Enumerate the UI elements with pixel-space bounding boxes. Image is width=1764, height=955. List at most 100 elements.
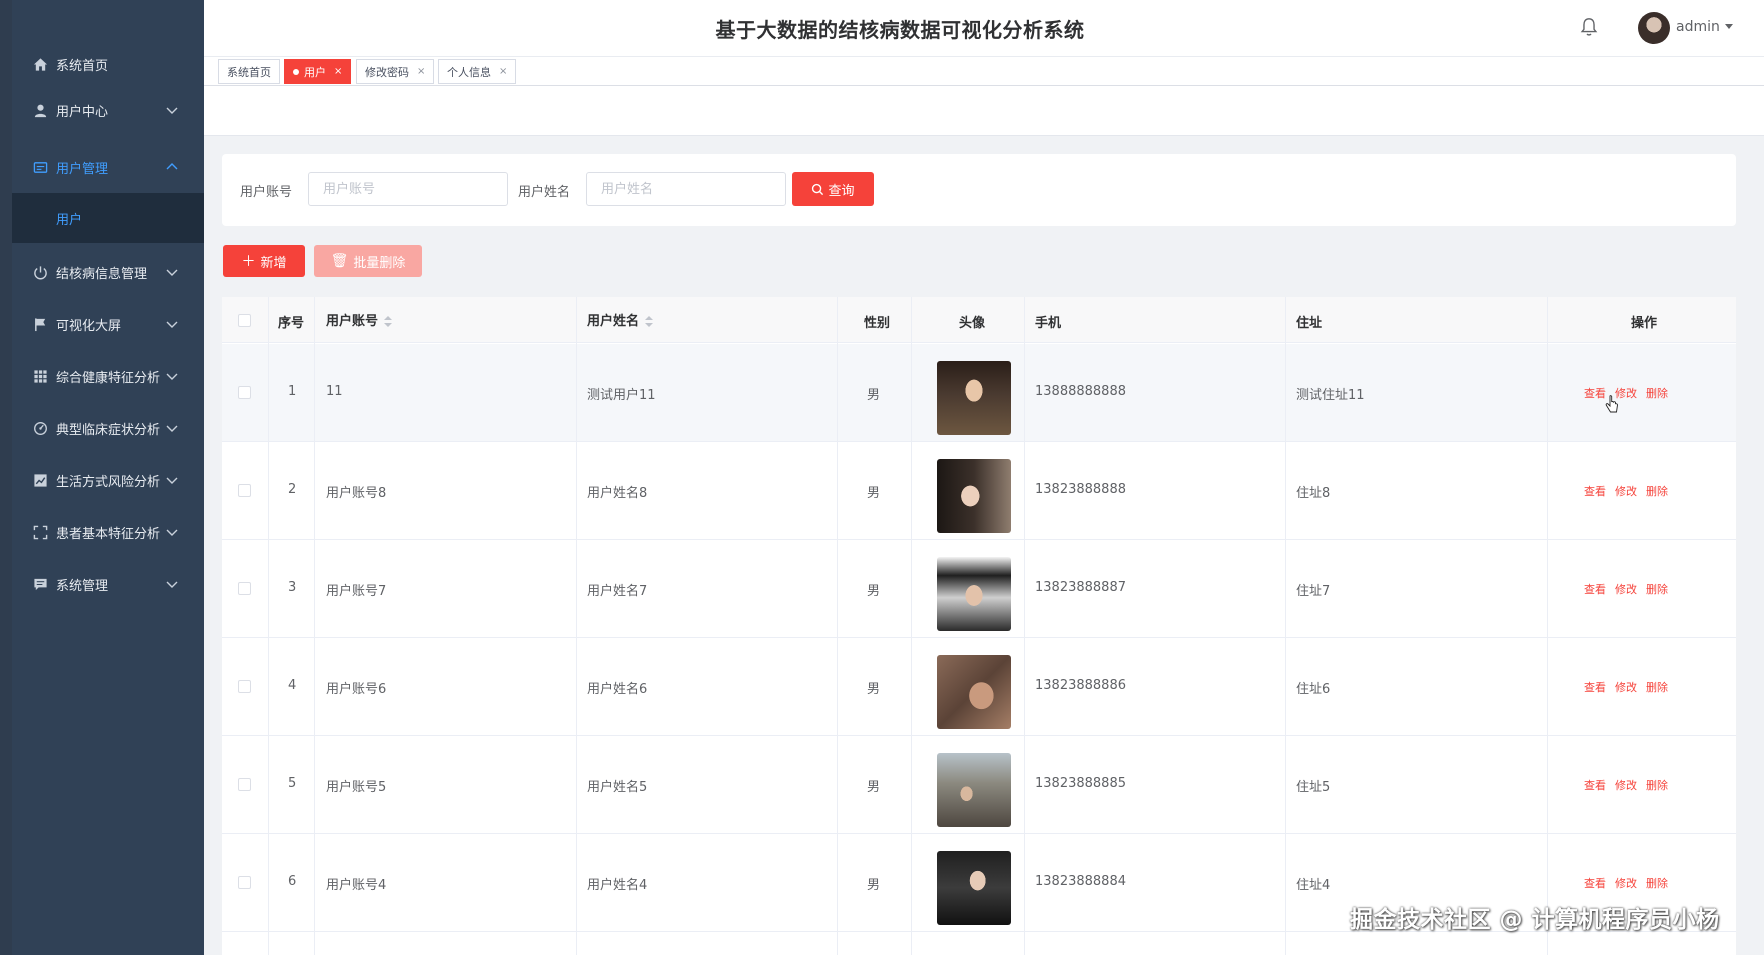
- top-header: 基于大数据的结核病数据可视化分析系统 admin: [204, 0, 1764, 56]
- tab-label: 修改密码: [365, 65, 409, 79]
- tab-change-password[interactable]: 修改密码 ×: [356, 59, 435, 84]
- tab-home[interactable]: 系统首页: [218, 59, 280, 84]
- row-checkbox[interactable]: [238, 876, 251, 889]
- caret-down-icon[interactable]: [1725, 24, 1733, 29]
- header-address: 住址: [1296, 316, 1323, 331]
- search-button[interactable]: 查询: [792, 172, 874, 206]
- cell-account: 用户账号5: [326, 780, 387, 795]
- sidebar-subitem-label: 用户: [56, 212, 83, 228]
- view-link[interactable]: 查看: [1584, 387, 1606, 400]
- cell-index: 2: [288, 482, 297, 497]
- cell-gender: 男: [867, 388, 881, 403]
- name-search-input[interactable]: [586, 172, 786, 206]
- account-label: 用户账号: [240, 185, 293, 200]
- plus-icon: ＋: [241, 254, 256, 270]
- sidebar-item-lifestyle[interactable]: 生活方式风险分析: [12, 454, 204, 506]
- delete-link[interactable]: 删除: [1646, 779, 1668, 792]
- cell-address: 住址5: [1296, 780, 1331, 795]
- close-icon[interactable]: ×: [499, 66, 507, 77]
- row-checkbox[interactable]: [238, 484, 251, 497]
- sidebar-item-user-manage[interactable]: 用户管理: [12, 141, 204, 193]
- active-dot-icon: [293, 68, 299, 75]
- cell-account: 用户账号4: [326, 878, 387, 893]
- header-account-label: 用户账号: [326, 314, 379, 329]
- header-index: 序号: [278, 316, 305, 331]
- table-row: 3 用户账号7 用户姓名7 男 13823888887 住址7 查看 修改 删除: [222, 540, 1736, 638]
- delete-link[interactable]: 删除: [1646, 485, 1668, 498]
- sidebar-item-system[interactable]: 系统管理: [12, 558, 204, 610]
- select-all-checkbox[interactable]: [238, 314, 251, 327]
- column-divider: [837, 297, 838, 955]
- delete-link[interactable]: 删除: [1646, 681, 1668, 694]
- delete-link[interactable]: 删除: [1646, 877, 1668, 890]
- tab-user[interactable]: 用户 ×: [284, 59, 352, 84]
- tab-label: 用户: [304, 65, 326, 79]
- tab-label: 系统首页: [227, 65, 271, 79]
- delete-link[interactable]: 删除: [1646, 583, 1668, 596]
- edit-link[interactable]: 修改: [1615, 485, 1637, 498]
- avatar-image: [937, 753, 1011, 827]
- edit-link[interactable]: 修改: [1615, 681, 1637, 694]
- row-checkbox[interactable]: [238, 582, 251, 595]
- batch-delete-button[interactable]: 🗑 批量删除: [314, 245, 422, 277]
- search-form: 用户账号 用户姓名 查询: [222, 154, 1736, 226]
- sidebar-item-screen[interactable]: 可视化大屏: [12, 298, 204, 350]
- sidebar-item-symptom[interactable]: 典型临床症状分析: [12, 402, 204, 454]
- account-search-input[interactable]: [308, 172, 508, 206]
- view-link[interactable]: 查看: [1584, 877, 1606, 890]
- edit-link[interactable]: 修改: [1615, 877, 1637, 890]
- add-button[interactable]: ＋ 新增: [223, 245, 305, 277]
- sidebar-item-label: 结核病信息管理: [56, 266, 148, 282]
- row-checkbox[interactable]: [238, 680, 251, 693]
- row-actions: 查看 修改 删除: [1584, 679, 1677, 695]
- header-account[interactable]: 用户账号: [326, 310, 393, 329]
- sidebar-item-health[interactable]: 综合健康特征分析: [12, 350, 204, 402]
- user-name[interactable]: admin: [1676, 19, 1720, 35]
- cell-address: 住址8: [1296, 486, 1331, 501]
- table-row: 5 用户账号5 用户姓名5 男 13823888885 住址5 查看 修改 删除: [222, 736, 1736, 834]
- view-link[interactable]: 查看: [1584, 681, 1606, 694]
- chevron-down-icon: [166, 477, 178, 484]
- view-link[interactable]: 查看: [1584, 779, 1606, 792]
- row-checkbox[interactable]: [238, 386, 251, 399]
- batch-delete-label: 批量删除: [353, 255, 406, 271]
- row-actions: 查看 修改 删除: [1584, 777, 1677, 793]
- column-divider: [268, 297, 269, 955]
- close-icon[interactable]: ×: [334, 66, 342, 77]
- row-actions: 查看 修改 删除: [1584, 483, 1677, 499]
- sidebar-item-user-center[interactable]: 用户中心: [12, 84, 204, 136]
- cell-address: 住址7: [1296, 584, 1331, 599]
- sidebar-item-label: 可视化大屏: [56, 318, 122, 334]
- sidebar-item-tb-info[interactable]: 结核病信息管理: [12, 246, 204, 298]
- edit-link[interactable]: 修改: [1615, 583, 1637, 596]
- user-icon: [32, 102, 48, 118]
- edit-link[interactable]: 修改: [1615, 779, 1637, 792]
- tags-bar: 系统首页 用户 × 修改密码 × 个人信息 ×: [204, 56, 1764, 86]
- delete-link[interactable]: 删除: [1646, 387, 1668, 400]
- column-divider: [911, 297, 912, 955]
- sort-icon[interactable]: [384, 315, 393, 328]
- avatar[interactable]: [1638, 12, 1670, 44]
- sidebar: 系统首页 用户中心 用户管理 用户 结核病信息管理 可视化大屏 综合健康特征分析…: [0, 0, 204, 955]
- avatar-image: [937, 361, 1011, 435]
- row-actions: 查看 修改 删除: [1584, 385, 1677, 401]
- chevron-down-icon: [166, 581, 178, 588]
- cell-name: 用户姓名5: [587, 780, 648, 795]
- cell-name: 用户姓名7: [587, 584, 648, 599]
- sort-icon[interactable]: [645, 315, 654, 328]
- cell-phone: 13823888884: [1035, 874, 1126, 889]
- row-checkbox[interactable]: [238, 778, 251, 791]
- table-row: 1 11 测试用户11 男 13888888888 测试住址11 查看 修改 删除: [222, 344, 1736, 442]
- bell-icon[interactable]: [1578, 16, 1600, 38]
- sidebar-item-patient[interactable]: 患者基本特征分析: [12, 506, 204, 558]
- cell-name: 用户姓名8: [587, 486, 648, 501]
- sidebar-subitem-user[interactable]: 用户: [12, 193, 204, 243]
- view-link[interactable]: 查看: [1584, 485, 1606, 498]
- chevron-up-icon: [166, 163, 178, 170]
- cell-phone: 13823888887: [1035, 580, 1126, 595]
- header-name[interactable]: 用户姓名: [587, 310, 654, 329]
- sidebar-item-home[interactable]: 系统首页: [12, 38, 204, 90]
- view-link[interactable]: 查看: [1584, 583, 1606, 596]
- tab-personal-info[interactable]: 个人信息 ×: [438, 59, 517, 84]
- close-icon[interactable]: ×: [417, 66, 425, 77]
